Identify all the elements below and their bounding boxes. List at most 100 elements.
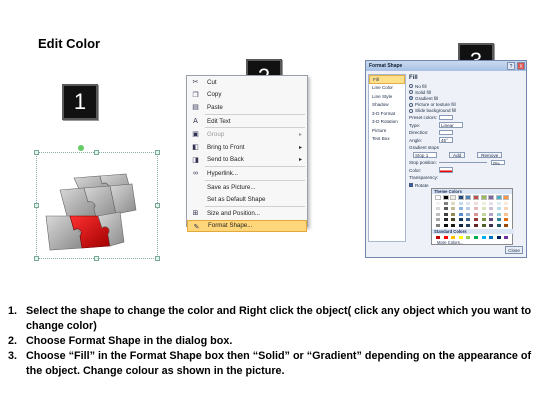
stop-dropdown[interactable]: Stop 1: [413, 152, 437, 158]
category-text-box[interactable]: Text Box: [369, 135, 405, 144]
color-swatch[interactable]: [457, 195, 464, 200]
color-swatch[interactable]: [457, 222, 464, 228]
menu-item-group[interactable]: ▣ Group ▸: [187, 128, 307, 141]
direction-dropdown[interactable]: [439, 129, 453, 136]
color-swatch[interactable]: [495, 195, 502, 200]
resize-handle[interactable]: [155, 203, 160, 208]
resize-handle[interactable]: [155, 150, 160, 155]
angle-input[interactable]: 45°: [439, 137, 453, 143]
radio-button[interactable]: [409, 84, 413, 89]
menu-item-save-as-picture[interactable]: Save as Picture...: [187, 181, 307, 194]
color-swatch[interactable]: [450, 217, 457, 223]
radio-button[interactable]: [409, 90, 413, 95]
color-swatch[interactable]: [473, 222, 479, 228]
color-swatch[interactable]: [457, 206, 464, 212]
standard-color-swatch[interactable]: [488, 235, 495, 240]
color-swatch[interactable]: [495, 206, 502, 212]
menu-item-hyperlink[interactable]: ∞ Hyperlink...: [187, 167, 307, 180]
color-swatch[interactable]: [465, 206, 472, 212]
color-swatch[interactable]: [442, 222, 449, 228]
standard-color-swatch[interactable]: [480, 235, 487, 240]
color-swatch[interactable]: [473, 206, 479, 212]
color-swatch[interactable]: [457, 201, 464, 206]
color-swatch[interactable]: [480, 222, 487, 228]
color-swatch[interactable]: [442, 201, 449, 206]
resize-handle[interactable]: [34, 256, 39, 261]
color-swatch[interactable]: [495, 217, 502, 223]
standard-color-swatch[interactable]: [495, 235, 502, 240]
color-swatch[interactable]: [457, 217, 464, 223]
category-3-d-rotation[interactable]: 3-D Rotation: [369, 118, 405, 127]
menu-item-copy[interactable]: ❐ Copy: [187, 89, 307, 102]
color-swatch[interactable]: [495, 201, 502, 206]
color-swatch[interactable]: [435, 222, 441, 228]
color-swatch[interactable]: [495, 211, 502, 217]
color-swatch[interactable]: [435, 217, 441, 223]
puzzle-graphic[interactable]: [40, 172, 140, 254]
color-swatch[interactable]: [450, 222, 457, 228]
category-shadow[interactable]: Shadow: [369, 101, 405, 110]
standard-color-swatch[interactable]: [442, 235, 449, 240]
standard-color-swatch[interactable]: [465, 235, 472, 240]
color-swatch[interactable]: [488, 195, 495, 200]
color-swatch[interactable]: [495, 222, 502, 228]
dialog-close-button[interactable]: Close: [505, 246, 523, 254]
standard-color-swatch[interactable]: [450, 235, 457, 240]
color-swatch[interactable]: [442, 206, 449, 212]
radio-button[interactable]: [409, 96, 413, 101]
color-swatch[interactable]: [465, 211, 472, 217]
color-swatch[interactable]: [488, 222, 495, 228]
color-dropdown[interactable]: [439, 167, 453, 173]
resize-handle[interactable]: [34, 150, 39, 155]
color-swatch[interactable]: [480, 201, 487, 206]
color-swatch[interactable]: [450, 206, 457, 212]
color-swatch[interactable]: [473, 201, 479, 206]
menu-item-format-shape[interactable]: ✎ Format Shape...: [187, 219, 307, 233]
color-swatch[interactable]: [503, 195, 510, 200]
color-swatch[interactable]: [503, 211, 510, 217]
color-swatch[interactable]: [488, 201, 495, 206]
color-swatch[interactable]: [465, 222, 472, 228]
category-line-color[interactable]: Line Color: [369, 84, 405, 93]
color-swatch[interactable]: [480, 217, 487, 223]
category-line-style[interactable]: Line Style: [369, 92, 405, 101]
color-swatch[interactable]: [480, 211, 487, 217]
menu-item-send-to-back[interactable]: ◨ Send to Back ▸: [187, 154, 307, 167]
menu-item-size-and-position[interactable]: ⊞ Size and Position...: [187, 207, 307, 220]
color-swatch[interactable]: [480, 206, 487, 212]
help-icon[interactable]: ?: [507, 62, 515, 70]
color-swatch[interactable]: [435, 201, 441, 206]
color-swatch[interactable]: [435, 195, 441, 200]
color-swatch[interactable]: [450, 211, 457, 217]
color-swatch[interactable]: [503, 201, 510, 206]
stop-position-slider[interactable]: [439, 162, 487, 164]
resize-handle[interactable]: [94, 256, 99, 261]
color-swatch[interactable]: [503, 217, 510, 223]
remove-button[interactable]: Remove: [477, 152, 503, 159]
type-dropdown[interactable]: Linear: [439, 122, 463, 128]
menu-item-edit-text[interactable]: A Edit Text: [187, 115, 307, 128]
rotate-checkbox[interactable]: [409, 183, 413, 188]
color-swatch[interactable]: [473, 211, 479, 217]
standard-color-swatch[interactable]: [457, 235, 464, 240]
category-fill[interactable]: Fill: [369, 75, 405, 84]
category-3-d-format[interactable]: 3-D Format: [369, 109, 405, 118]
color-swatch[interactable]: [465, 201, 472, 206]
menu-item-paste[interactable]: ▤ Paste: [187, 101, 307, 114]
color-swatch[interactable]: [442, 217, 449, 223]
color-swatch[interactable]: [488, 206, 495, 212]
menu-item-cut[interactable]: ✂ Cut: [187, 76, 307, 89]
rotation-handle[interactable]: [78, 145, 84, 151]
color-swatch[interactable]: [465, 217, 472, 223]
color-swatch[interactable]: [480, 195, 487, 200]
color-swatch[interactable]: [435, 211, 441, 217]
more-colors-link[interactable]: More Colors...: [437, 240, 463, 245]
color-swatch[interactable]: [450, 195, 457, 200]
resize-handle[interactable]: [34, 203, 39, 208]
color-swatch[interactable]: [457, 211, 464, 217]
standard-color-swatch[interactable]: [435, 235, 441, 240]
add-button[interactable]: Add: [449, 152, 466, 159]
color-swatch[interactable]: [450, 201, 457, 206]
menu-item-bring-to-front[interactable]: ◧ Bring to Front ▸: [187, 141, 307, 154]
preset-colors-dropdown[interactable]: [439, 114, 453, 121]
